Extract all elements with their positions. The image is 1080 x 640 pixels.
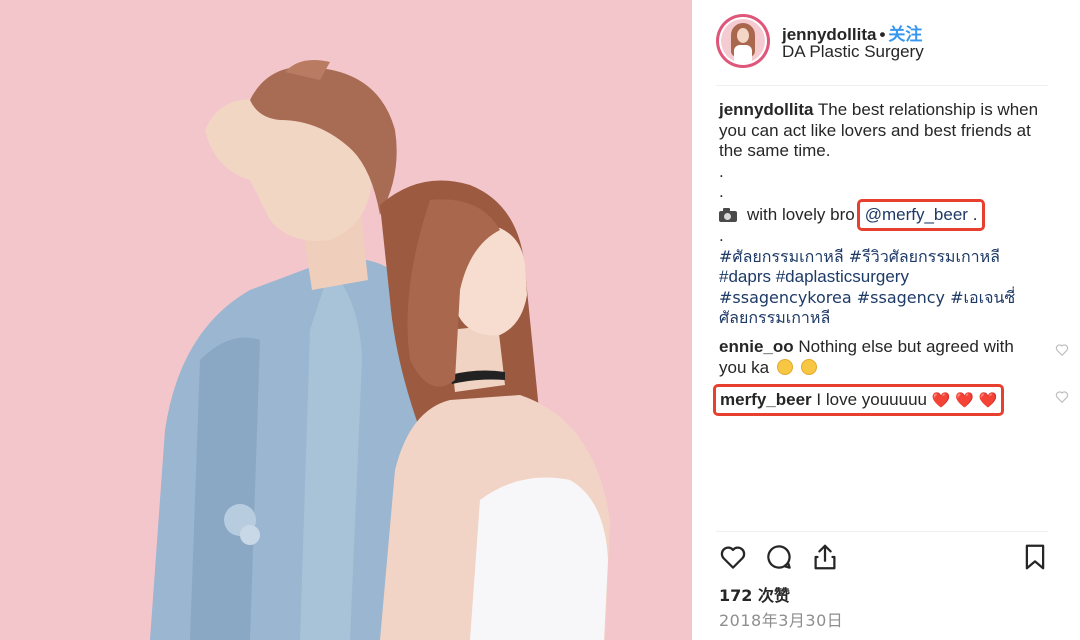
likes-count[interactable]: 172 次赞 bbox=[719, 582, 790, 606]
caption-with-line: with lovely bro @merfy_beer . bbox=[719, 198, 1039, 231]
hashtags-line-3[interactable]: #ssagencykorea #ssagency #เอเจนซี่ bbox=[719, 288, 1039, 309]
header-divider bbox=[716, 85, 1048, 86]
post-photo[interactable] bbox=[0, 0, 692, 640]
comment-icon[interactable] bbox=[764, 542, 794, 572]
actions-divider bbox=[716, 531, 1048, 532]
post-side-panel: jennydollita • 关注 DA Plastic Surgery jenny… bbox=[692, 0, 1080, 640]
post-date: 2018年3月30日 bbox=[719, 611, 844, 630]
mention-highlight: @merfy_beer . bbox=[856, 198, 986, 231]
hashtags-line-4[interactable]: ศัลยกรรมเกาหลี bbox=[719, 308, 1039, 329]
caption-dot-1: . bbox=[719, 161, 724, 181]
smile-emoji-icon bbox=[800, 358, 817, 375]
avatar[interactable] bbox=[716, 14, 770, 68]
comment-like-heart-icon[interactable] bbox=[1055, 390, 1069, 404]
avatar-image bbox=[721, 19, 765, 63]
bookmark-icon[interactable] bbox=[1020, 542, 1050, 572]
comment-item: merfy_beer I love youuuuu ❤️ ❤️ ❤️ bbox=[713, 382, 1069, 417]
wink-emoji-icon bbox=[776, 358, 793, 375]
share-icon[interactable] bbox=[810, 542, 840, 572]
comment-username[interactable]: ennie_oo bbox=[719, 337, 794, 356]
red-hearts-icon: ❤️ ❤️ ❤️ bbox=[931, 391, 998, 410]
comment-highlight: merfy_beer I love youuuuu ❤️ ❤️ ❤️ bbox=[713, 384, 1005, 417]
comment-username[interactable]: merfy_beer bbox=[720, 390, 812, 409]
comments-section: jennydollita The best relationship is wh… bbox=[713, 100, 1069, 417]
location-link[interactable]: DA Plastic Surgery bbox=[782, 42, 924, 62]
action-bar bbox=[718, 542, 1058, 576]
comment-item: ennie_oo Nothing else but agreed with yo… bbox=[719, 337, 1069, 378]
hashtags-line-2[interactable]: #daprs #daplasticsurgery bbox=[719, 267, 1039, 288]
post-photo-image bbox=[0, 0, 692, 640]
post-header: jennydollita • 关注 DA Plastic Surgery bbox=[716, 14, 1056, 72]
caption-username[interactable]: jennydollita bbox=[719, 100, 813, 119]
mention-trail: . bbox=[972, 204, 978, 224]
camera-icon bbox=[719, 207, 737, 222]
comment-text: I love youuuuu bbox=[816, 390, 927, 410]
caption-with-text: with lovely bro bbox=[747, 204, 855, 224]
heart-icon[interactable] bbox=[718, 542, 748, 572]
comment-like-heart-icon[interactable] bbox=[1055, 343, 1069, 357]
mention-link[interactable]: @merfy_beer bbox=[865, 205, 968, 224]
hashtags-line-1[interactable]: #ศัลยกรรมเกาหลี #รีวิวศัลยกรรมเกาหลี bbox=[719, 247, 1039, 268]
caption: jennydollita The best relationship is wh… bbox=[719, 100, 1039, 162]
